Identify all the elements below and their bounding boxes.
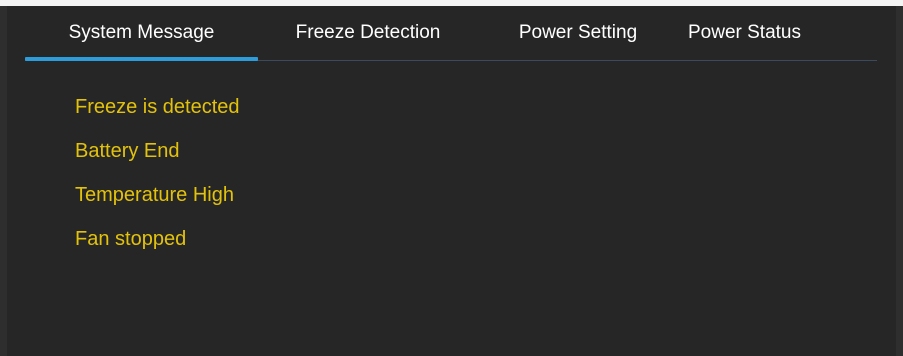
- tab-label: Freeze Detection: [295, 22, 441, 43]
- message-item: Battery End: [75, 140, 180, 162]
- tab-bar: System Message Freeze Detection Power Se…: [25, 6, 877, 61]
- tab-label: Power Status: [688, 22, 801, 43]
- tab-label: System Message: [68, 22, 215, 43]
- message-item: Fan stopped: [75, 228, 187, 250]
- tab-freeze-detection[interactable]: Freeze Detection: [258, 6, 478, 60]
- system-message-panel: System Message Freeze Detection Power Se…: [0, 0, 903, 356]
- tab-system-message[interactable]: System Message: [25, 6, 258, 61]
- system-message-list: Freeze is detected Battery End Temperatu…: [75, 92, 240, 268]
- tab-power-status[interactable]: Power Status: [678, 6, 868, 60]
- tab-power-setting[interactable]: Power Setting: [478, 6, 678, 60]
- message-item: Freeze is detected: [75, 96, 240, 118]
- message-item: Temperature High: [75, 184, 234, 206]
- tab-label: Power Setting: [518, 22, 638, 43]
